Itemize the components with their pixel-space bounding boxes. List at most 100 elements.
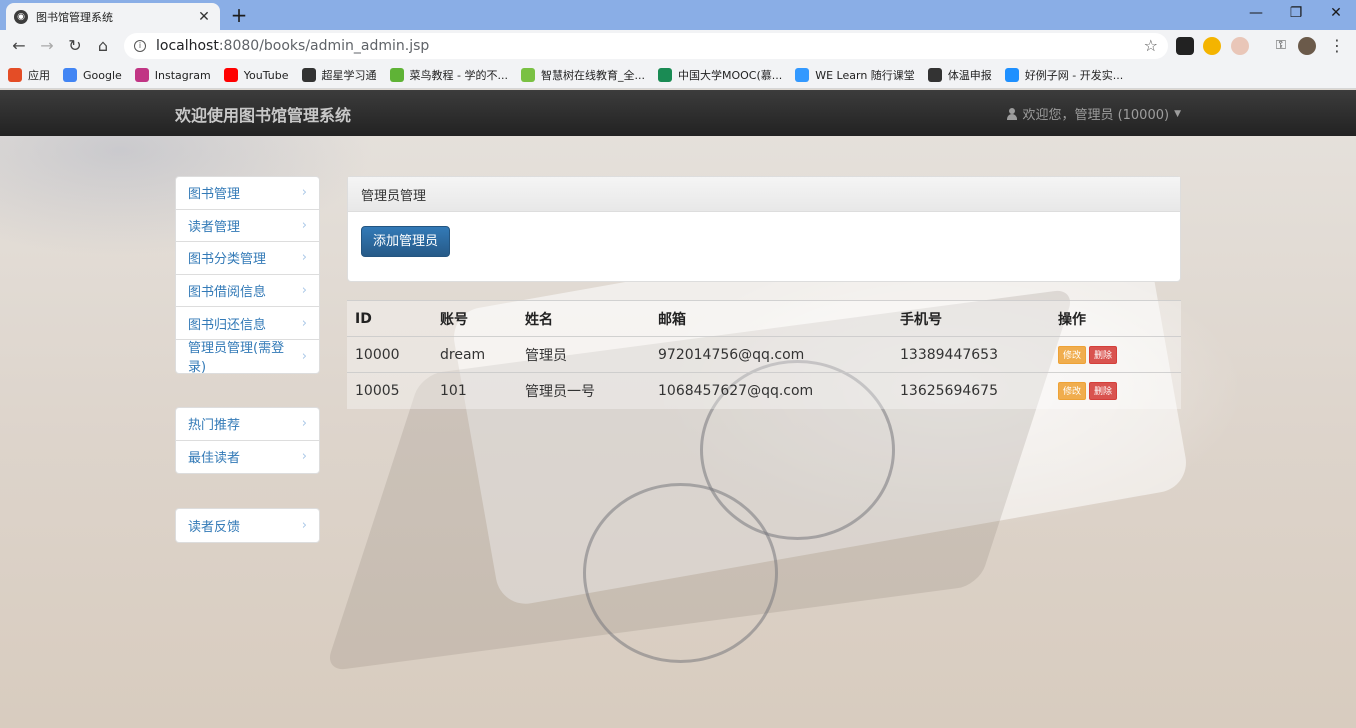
chevron-right-icon: › xyxy=(301,517,307,533)
bookmark-label: WE Learn 随行课堂 xyxy=(815,69,915,82)
home-icon[interactable]: ⌂ xyxy=(92,35,114,57)
bookmark-label: 超星学习通 xyxy=(321,69,377,82)
col-header-email: 邮箱 xyxy=(650,300,892,337)
avatar[interactable] xyxy=(1298,37,1316,55)
chevron-right-icon: › xyxy=(301,416,307,432)
edit-button[interactable]: 修改 xyxy=(1058,381,1087,400)
extension-icon[interactable] xyxy=(1176,37,1194,55)
forward-icon[interactable]: → xyxy=(36,35,58,57)
sidebar-item[interactable]: 图书归还信息 › xyxy=(176,307,319,340)
bookmark-item[interactable]: 应用 xyxy=(8,67,50,83)
close-window-icon[interactable]: ✕ xyxy=(1316,2,1356,24)
browser-tab[interactable]: ◉ 图书馆管理系统 ✕ xyxy=(6,3,220,30)
bookmark-item[interactable]: 中国大学MOOC(慕... xyxy=(657,67,782,83)
new-tab-button[interactable]: + xyxy=(230,3,248,27)
cell-account: 101 xyxy=(432,372,517,409)
user-dropdown[interactable]: 欢迎您，管理员 (10000) ▼ xyxy=(1006,104,1181,123)
bookmark-item[interactable]: 菜鸟教程 - 学的不... xyxy=(389,67,508,83)
sidebar-item[interactable]: 图书管理 › xyxy=(176,177,319,210)
sidebar-item-label: 最佳读者 xyxy=(188,451,241,467)
restore-icon[interactable]: ❐ xyxy=(1276,2,1316,24)
sidebar-item-label: 图书借阅信息 xyxy=(188,285,267,301)
cell-phone: 13625694675 xyxy=(892,372,1050,409)
sidebar-item-label: 图书管理 xyxy=(188,187,241,203)
zhihuishu-icon xyxy=(520,68,535,82)
sidebar-item-label: 图书分类管理 xyxy=(188,252,267,268)
bookmark-star-icon[interactable]: ☆ xyxy=(1144,36,1158,55)
bookmark-item[interactable]: 体温申报 xyxy=(927,67,992,83)
sidebar-item-label: 图书归还信息 xyxy=(188,317,267,333)
caret-down-icon: ▼ xyxy=(1174,108,1181,119)
bookmark-item[interactable]: Google xyxy=(63,68,122,82)
bookmark-item[interactable]: 超星学习通 xyxy=(301,67,377,83)
cell-phone: 13389447653 xyxy=(892,336,1050,373)
panel-title: 管理员管理 xyxy=(348,177,1180,212)
delete-button[interactable]: 删除 xyxy=(1089,381,1118,400)
cell-account: dream xyxy=(432,336,517,373)
bookmark-label: 好例子网 - 开发实... xyxy=(1024,69,1124,82)
tab-title: 图书馆管理系统 xyxy=(36,10,113,24)
page-content: 欢迎使用图书馆管理系统 欢迎您，管理员 (10000) ▼ 图书管理 › 读者管理 ›… xyxy=(0,90,1356,728)
sidebar-item[interactable]: 读者反馈 › xyxy=(176,509,319,542)
col-header-name: 姓名 xyxy=(517,300,650,337)
sidebar-menu-main: 图书管理 › 读者管理 › 图书分类管理 › 图书借阅信息 › 图书归还信息 › 管理员管理(需登录… xyxy=(175,176,320,376)
bookmark-item[interactable]: 智慧树在线教育_全... xyxy=(520,67,645,83)
chevron-right-icon: › xyxy=(301,250,307,266)
chevron-right-icon: › xyxy=(301,449,307,465)
extension-icon[interactable] xyxy=(1203,37,1221,55)
bookmark-label: Google xyxy=(83,68,122,82)
user-icon xyxy=(1006,107,1018,120)
globe-icon xyxy=(927,68,942,82)
edit-button[interactable]: 修改 xyxy=(1058,345,1087,364)
globe-icon: ◉ xyxy=(14,9,28,24)
col-header-phone: 手机号 xyxy=(892,300,1050,337)
sidebar-item[interactable]: 读者管理 › xyxy=(176,210,319,243)
bookmark-item[interactable]: YouTube xyxy=(223,68,289,82)
bookmark-label: 体温申报 xyxy=(947,69,992,82)
delete-button[interactable]: 删除 xyxy=(1089,345,1118,364)
bookmark-item[interactable]: Instagram xyxy=(134,68,211,82)
sidebar-menu-hot: 热门推荐 › 最佳读者 › xyxy=(175,407,320,475)
close-tab-icon[interactable]: ✕ xyxy=(196,9,212,25)
bookmark-item[interactable]: WE Learn 随行课堂 xyxy=(795,67,915,83)
bookmark-label: 智慧树在线教育_全... xyxy=(540,69,645,82)
cell-email: 1068457627@qq.com xyxy=(650,372,892,409)
sidebar-item[interactable]: 管理员管理(需登录) › xyxy=(176,340,319,376)
sidebar-item[interactable]: 最佳读者 › xyxy=(176,441,319,474)
bookmark-label: 菜鸟教程 - 学的不... xyxy=(409,69,508,82)
sidebar-item-label: 管理员管理(需登录) xyxy=(188,341,285,376)
admin-table: ID 账号 姓名 邮箱 手机号 操作 10000 dream 管理员 97201… xyxy=(347,300,1181,409)
extension-icon[interactable] xyxy=(1231,37,1249,55)
add-admin-button[interactable]: 添加管理员 xyxy=(361,226,451,257)
cell-name: 管理员 xyxy=(517,336,650,373)
site-info-icon[interactable]: i xyxy=(134,40,146,52)
admin-panel: 管理员管理 添加管理员 xyxy=(347,176,1181,282)
youtube-icon xyxy=(223,68,238,82)
sidebar-item[interactable]: 图书借阅信息 › xyxy=(176,275,319,308)
back-icon[interactable]: ← xyxy=(8,35,30,57)
address-toolbar: ← → ↻ ⌂ i localhost:8080/books/admin_adm… xyxy=(0,30,1356,62)
url-host: localhost xyxy=(156,38,219,54)
menu-kebab-icon[interactable]: ⋮ xyxy=(1326,35,1348,57)
reload-icon[interactable]: ↻ xyxy=(64,35,86,57)
sidebar-item-label: 读者管理 xyxy=(188,219,241,235)
bookmark-item[interactable]: 好例子网 - 开发实... xyxy=(1004,67,1124,83)
sidebar-item-label: 读者反馈 xyxy=(188,519,241,535)
sidebar-item[interactable]: 图书分类管理 › xyxy=(176,242,319,275)
table-header-row: ID 账号 姓名 邮箱 手机号 操作 xyxy=(347,300,1181,337)
cell-actions: 修改 删除 xyxy=(1050,336,1181,373)
url-path: :8080/books/admin_admin.jsp xyxy=(218,38,430,54)
sidebar-menu-feedback: 读者反馈 › xyxy=(175,508,320,543)
url-bar[interactable]: i localhost:8080/books/admin_admin.jsp ☆ xyxy=(124,33,1168,59)
col-header-actions: 操作 xyxy=(1050,300,1181,337)
cell-id: 10000 xyxy=(347,336,432,373)
cell-actions: 修改 删除 xyxy=(1050,372,1181,409)
sidebar-item[interactable]: 热门推荐 › xyxy=(176,408,319,441)
minimize-icon[interactable]: — xyxy=(1236,2,1276,24)
chevron-right-icon: › xyxy=(301,315,307,331)
brand-title[interactable]: 欢迎使用图书馆管理系统 xyxy=(175,102,351,126)
bookmark-label: Instagram xyxy=(154,68,211,82)
welearn-icon xyxy=(795,68,810,82)
key-icon[interactable]: ⚿ xyxy=(1270,35,1292,57)
chevron-right-icon: › xyxy=(301,283,307,299)
